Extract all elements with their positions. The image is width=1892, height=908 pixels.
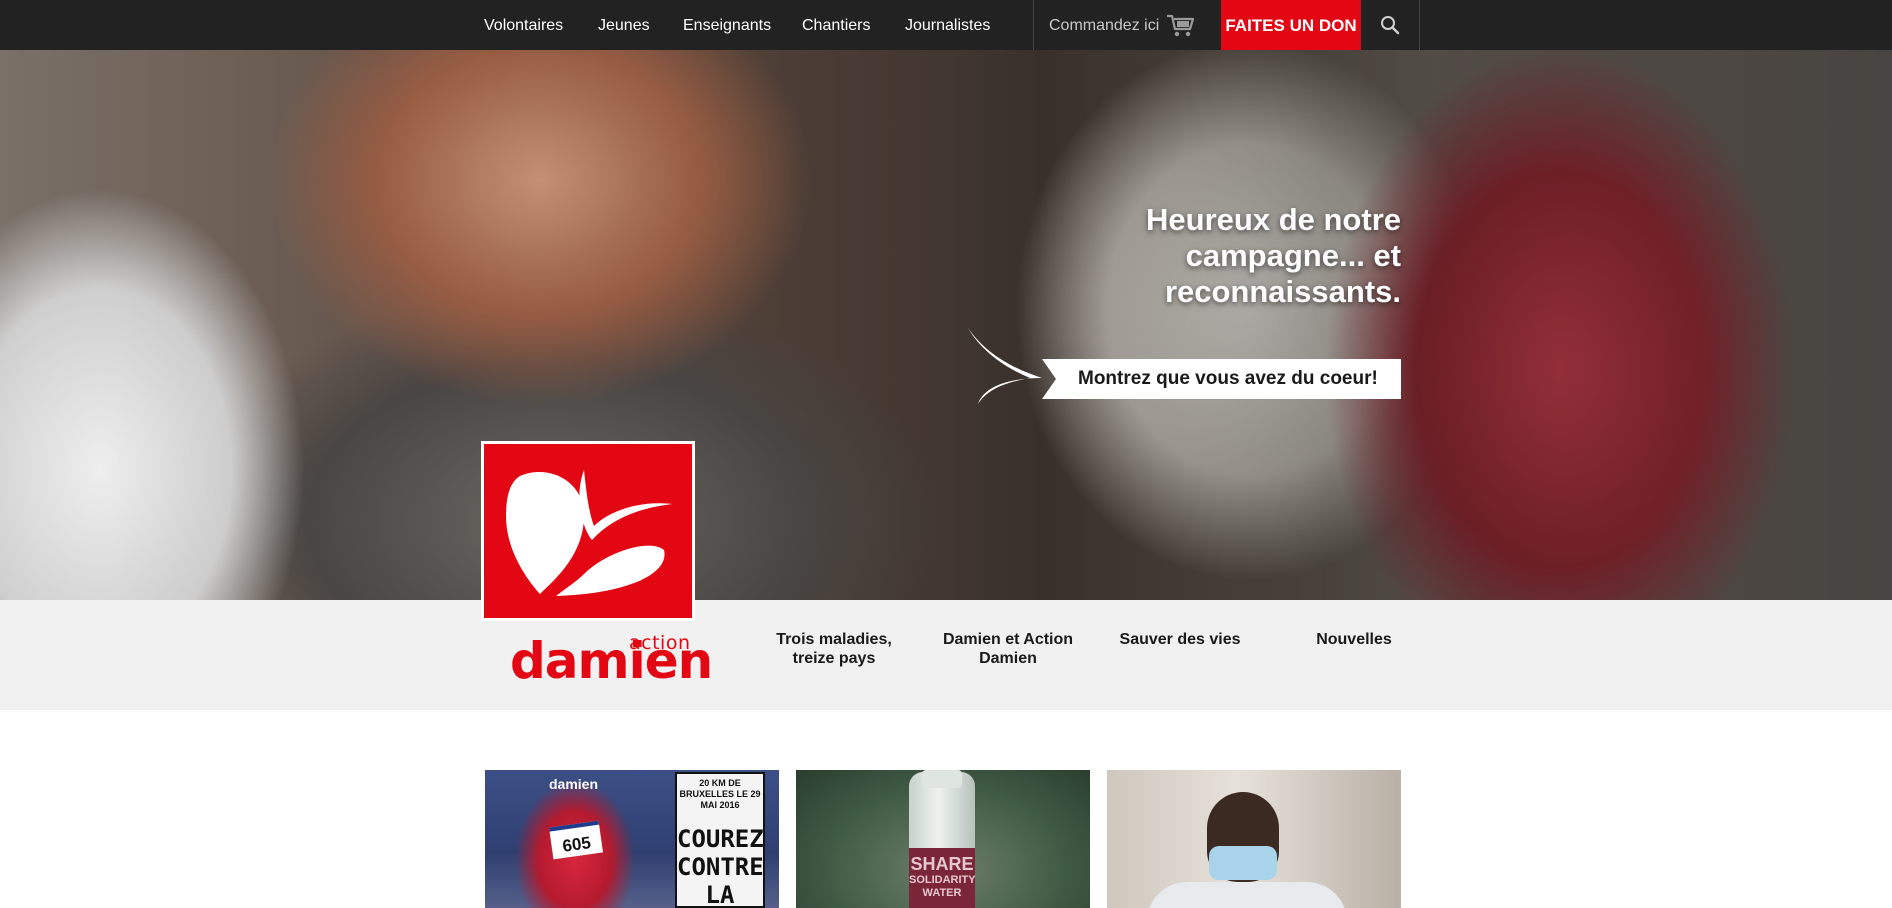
subnav-item-sauver[interactable]: Sauver des vies (1100, 630, 1260, 649)
news-card-run[interactable]: damien 605 20 KM DE BRUXELLES LE 29 MAI … (485, 770, 779, 908)
hero-cta-button[interactable]: Montrez que vous avez du coeur! (1042, 359, 1401, 399)
bottle-label-share: SHARE (910, 854, 974, 874)
bottle-label-text: SOLIDARITY WATER (909, 874, 976, 899)
top-navigation-bar: Volontaires Jeunes Enseignants Chantiers… (0, 0, 1892, 50)
face-mask (1209, 846, 1277, 880)
hero-headline: Heureux de notre campagne... et reconnai… (1146, 202, 1401, 309)
race-bib: 605 (549, 820, 603, 860)
news-card-patient[interactable] (1107, 770, 1401, 908)
patient-shirt (1147, 882, 1347, 908)
bottle-cap (922, 770, 962, 788)
news-card-water[interactable]: SHARE SOLIDARITY WATER (796, 770, 1090, 908)
subnav-item-nouvelles[interactable]: Nouvelles (1274, 630, 1434, 649)
section-navigation: Trois maladies, treize pays Damien et Ac… (0, 600, 1892, 710)
poster-title: COUREZ CONTRE LA LEPRE (677, 825, 764, 908)
donate-button[interactable]: FAITES UN DON (1221, 0, 1361, 50)
logo-wordmark-damien: damien (510, 632, 713, 690)
poster-date: 20 KM DE BRUXELLES LE 29 MAI 2016 (679, 778, 761, 810)
heart-logo-icon (506, 470, 672, 596)
subnav-item-trois-maladies[interactable]: Trois maladies, treize pays (754, 630, 914, 668)
nav-link-enseignants[interactable]: Enseignants (683, 0, 771, 50)
search-button[interactable] (1361, 0, 1419, 50)
hero-banner: Heureux de notre campagne... et reconnai… (0, 50, 1892, 600)
runner-shirt-brand: damien (549, 776, 599, 792)
nav-link-journalistes[interactable]: Journalistes (905, 0, 990, 50)
nav-link-chantiers[interactable]: Chantiers (802, 0, 870, 50)
search-icon (1381, 16, 1400, 35)
nav-divider (1419, 0, 1420, 50)
nav-link-volontaires[interactable]: Volontaires (484, 0, 563, 50)
hero-image (0, 50, 1892, 600)
nav-divider (1033, 0, 1034, 50)
logo[interactable] (481, 441, 695, 621)
race-poster: 20 KM DE BRUXELLES LE 29 MAI 2016 COUREZ… (675, 772, 765, 908)
nav-link-jeunes[interactable]: Jeunes (598, 0, 650, 50)
order-link[interactable]: Commandez ici (1049, 0, 1159, 50)
subnav-item-damien[interactable]: Damien et Action Damien (928, 630, 1088, 668)
bottle-label: SHARE SOLIDARITY WATER (909, 848, 976, 908)
cart-icon[interactable] (1166, 14, 1194, 38)
arrow-icon (968, 328, 1042, 404)
